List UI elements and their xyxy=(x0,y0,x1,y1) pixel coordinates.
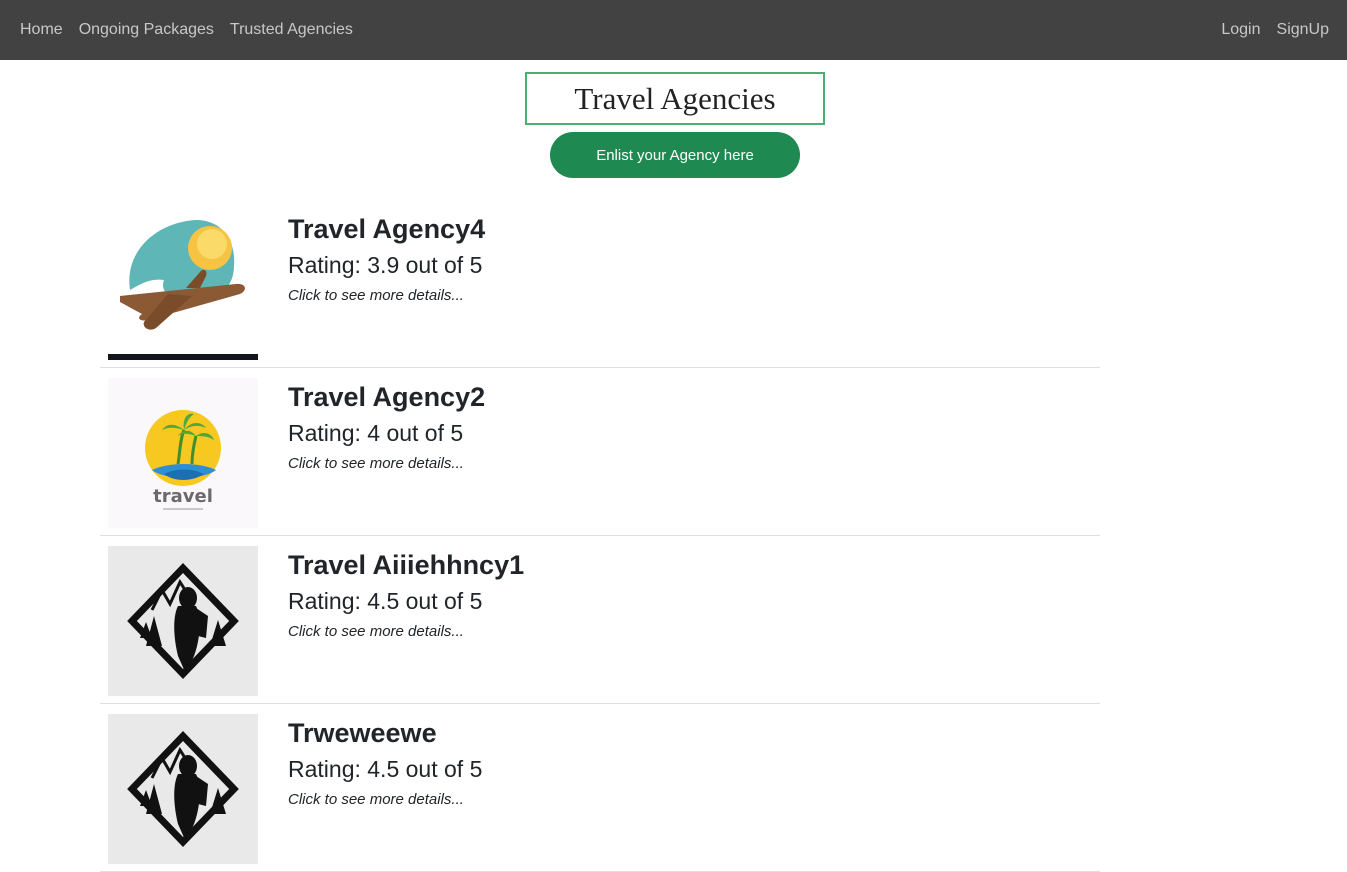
agency-list-item[interactable]: travel Travel Agency2 Rating: 4 out of 5… xyxy=(100,368,1100,536)
palm-island-logo-icon[interactable]: travel xyxy=(108,378,258,528)
nav-login-link[interactable]: Login xyxy=(1221,21,1260,39)
nav-right-group: Login SignUp xyxy=(1205,21,1347,39)
logo-text: travel xyxy=(153,486,213,507)
agency-rating: Rating: 4 out of 5 xyxy=(288,420,464,446)
agency-info: Trweweewe Rating: 4.5 out of 5 Click to … xyxy=(288,716,482,810)
agency-name[interactable]: Travel Aiiiehhncy1 xyxy=(288,548,524,582)
hiker-mountain-logo-icon[interactable] xyxy=(108,546,258,696)
agency-details-link[interactable]: Click to see more details... xyxy=(288,790,482,810)
agency-info: Travel Agency2 Rating: 4 out of 5 Click … xyxy=(288,380,485,474)
agency-rating: Rating: 4.5 out of 5 xyxy=(288,756,483,782)
agency-rating: Rating: 4.5 out of 5 xyxy=(288,588,483,614)
enlist-agency-button[interactable]: Enlist your Agency here xyxy=(550,132,800,178)
hiker-mountain-logo-icon[interactable] xyxy=(108,714,258,864)
nav-home-link[interactable]: Home xyxy=(20,21,63,39)
navbar: Home Ongoing Packages Trusted Agencies L… xyxy=(0,0,1347,60)
agency-name[interactable]: Trweweewe xyxy=(288,716,482,750)
nav-signup-link[interactable]: SignUp xyxy=(1277,21,1329,39)
agency-rating: Rating: 3.9 out of 5 xyxy=(288,252,483,278)
agency-info: Travel Aiiiehhncy1 Rating: 4.5 out of 5 … xyxy=(288,548,524,642)
page-title: Travel Agencies xyxy=(525,72,825,125)
nav-left-group: Home Ongoing Packages Trusted Agencies xyxy=(0,21,369,39)
agency-details-link[interactable]: Click to see more details... xyxy=(288,622,524,642)
agency-name[interactable]: Travel Agency4 xyxy=(288,212,485,246)
agency-list: Travel Agency4 Rating: 3.9 out of 5 Clic… xyxy=(100,200,1100,872)
nav-ongoing-packages-link[interactable]: Ongoing Packages xyxy=(79,21,214,39)
agency-name[interactable]: Travel Agency2 xyxy=(288,380,485,414)
agency-details-link[interactable]: Click to see more details... xyxy=(288,454,485,474)
agency-info: Travel Agency4 Rating: 3.9 out of 5 Clic… xyxy=(288,212,485,306)
airplane-sun-logo-icon[interactable] xyxy=(108,210,258,360)
agency-details-link[interactable]: Click to see more details... xyxy=(288,286,485,306)
agency-list-item[interactable]: Trweweewe Rating: 4.5 out of 5 Click to … xyxy=(100,704,1100,872)
agency-list-item[interactable]: Travel Agency4 Rating: 3.9 out of 5 Clic… xyxy=(100,200,1100,368)
nav-trusted-agencies-link[interactable]: Trusted Agencies xyxy=(230,21,353,39)
agency-list-item[interactable]: Travel Aiiiehhncy1 Rating: 4.5 out of 5 … xyxy=(100,536,1100,704)
